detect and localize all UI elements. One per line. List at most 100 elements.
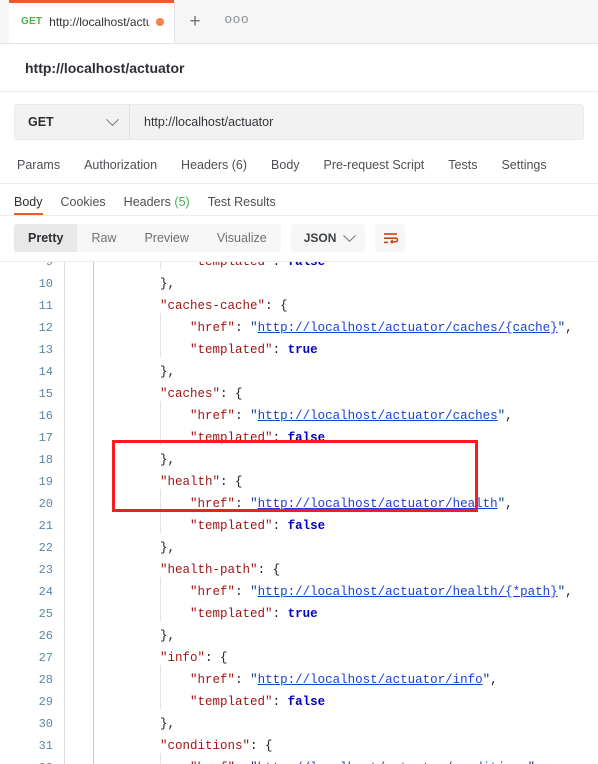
- indent-guide: [160, 665, 190, 691]
- code-token-key: "href": [190, 409, 236, 423]
- code-token-punct: : {: [265, 299, 288, 313]
- tab-pre-request-script[interactable]: Pre-request Script: [324, 158, 425, 172]
- fold-gutter[interactable]: [64, 449, 94, 471]
- indent-guide: [130, 321, 160, 335]
- code-line-text: },: [94, 625, 175, 647]
- tab-settings[interactable]: Settings: [501, 158, 546, 172]
- code-token-key: "templated": [190, 607, 273, 621]
- tab-tests[interactable]: Tests: [448, 158, 477, 172]
- fold-gutter[interactable]: [64, 735, 94, 757]
- tab-headers[interactable]: Headers (6): [181, 158, 247, 172]
- indent-guide: [130, 431, 160, 445]
- fold-gutter[interactable]: [64, 647, 94, 669]
- fold-gutter[interactable]: [64, 361, 94, 383]
- indent-guide: [130, 695, 160, 709]
- tab-authorization[interactable]: Authorization: [84, 158, 157, 172]
- view-mode-pretty[interactable]: Pretty: [14, 224, 78, 252]
- fold-gutter[interactable]: [64, 405, 94, 427]
- indent-guide: [100, 475, 130, 489]
- request-tab-active[interactable]: GET http://localhost/actuat: [9, 0, 175, 43]
- code-token-punct: :: [235, 673, 251, 687]
- fold-gutter[interactable]: [64, 603, 94, 625]
- indent-guide: [100, 365, 130, 379]
- response-tab-test-results[interactable]: Test Results: [208, 195, 276, 215]
- fold-gutter[interactable]: [64, 537, 94, 559]
- code-line-text: "href": "http://localhost/actuator/cache…: [94, 401, 513, 427]
- code-line-text: "href": "http://localhost/actuator/healt…: [94, 577, 573, 603]
- code-token-link[interactable]: http://localhost/actuator/health: [258, 497, 498, 511]
- view-mode-preview[interactable]: Preview: [130, 224, 202, 252]
- code-token-link[interactable]: http://localhost/actuator/info: [258, 673, 483, 687]
- indent-guide: [100, 453, 130, 467]
- indent-guide: [130, 739, 160, 753]
- fold-gutter[interactable]: [64, 559, 94, 581]
- fold-gutter[interactable]: [64, 262, 94, 273]
- code-line-text: "templated": false: [94, 423, 325, 449]
- code-line-text: },: [94, 361, 175, 383]
- view-mode-visualize[interactable]: Visualize: [203, 224, 281, 252]
- code-token-punct: :: [272, 519, 288, 533]
- code-token-punct: :: [235, 409, 251, 423]
- fold-gutter[interactable]: [64, 339, 94, 361]
- indent-guide: [100, 262, 130, 269]
- wrap-text-button[interactable]: [375, 224, 406, 252]
- code-token-quote: ": [250, 585, 258, 599]
- fold-gutter[interactable]: [64, 757, 94, 764]
- code-line-text: "href": "http://localhost/actuator/healt…: [94, 489, 513, 515]
- indent-guide: [130, 409, 160, 423]
- http-method-selector[interactable]: GET: [15, 105, 130, 139]
- fold-gutter[interactable]: [64, 515, 94, 537]
- response-body-code-viewer[interactable]: 9 "templated": false 10 }, 11 "caches-cach…: [0, 261, 598, 764]
- line-number: 10: [38, 277, 53, 291]
- indent-guide: [100, 629, 130, 643]
- fold-gutter[interactable]: [64, 427, 94, 449]
- fold-gutter[interactable]: [64, 493, 94, 515]
- code-token-link[interactable]: http://localhost/actuator/caches: [258, 409, 498, 423]
- code-token-punct: :: [235, 497, 251, 511]
- fold-gutter[interactable]: [64, 317, 94, 339]
- fold-gutter[interactable]: [64, 471, 94, 493]
- new-tab-button[interactable]: +: [175, 0, 215, 43]
- indent-guide: [130, 607, 160, 621]
- code-token-key: "templated": [190, 695, 273, 709]
- code-token-punct: :: [235, 585, 251, 599]
- view-mode-raw[interactable]: Raw: [77, 224, 130, 252]
- response-tab-cookies[interactable]: Cookies: [61, 195, 106, 215]
- code-line: 9 "templated": false: [0, 262, 598, 273]
- indent-guide: [130, 365, 160, 379]
- code-line-text: "health-path": {: [94, 559, 280, 581]
- response-tab-headers[interactable]: Headers (5): [124, 195, 190, 215]
- code-line-text: "href": "http://localhost/actuator/info"…: [94, 665, 498, 691]
- chevron-down-icon: [343, 228, 357, 242]
- url-bar-container: GET http://localhost/actuator: [0, 92, 598, 140]
- url-input[interactable]: http://localhost/actuator: [130, 105, 583, 139]
- tab-more-options-button[interactable]: ooo: [215, 0, 259, 43]
- fold-gutter[interactable]: [64, 713, 94, 735]
- fold-gutter[interactable]: [64, 625, 94, 647]
- code-token-link[interactable]: http://localhost/actuator/caches/{cache}: [258, 321, 558, 335]
- fold-gutter[interactable]: [64, 669, 94, 691]
- indent-guide: [100, 717, 130, 731]
- fold-gutter[interactable]: [64, 273, 94, 295]
- code-token-link[interactable]: http://localhost/actuator/health/{*path}: [258, 585, 558, 599]
- tab-body[interactable]: Body: [271, 158, 300, 172]
- indent-guide: [100, 585, 130, 599]
- fold-gutter[interactable]: [64, 691, 94, 713]
- indent-guide: [130, 585, 160, 599]
- code-token-punct: ,: [505, 497, 513, 511]
- code-line: 30 },: [0, 713, 598, 735]
- code-line: 27 "info": {: [0, 647, 598, 669]
- fold-gutter[interactable]: [64, 581, 94, 603]
- code-line: 17 "templated": false: [0, 423, 598, 449]
- line-number: 25: [38, 607, 53, 621]
- fold-gutter[interactable]: [64, 383, 94, 405]
- code-line: 18 },: [0, 449, 598, 471]
- response-tab-body[interactable]: Body: [14, 195, 43, 215]
- code-line: 14 },: [0, 361, 598, 383]
- url-bar: GET http://localhost/actuator: [14, 104, 584, 140]
- code-line-text: "templated": false: [94, 511, 325, 537]
- fold-gutter[interactable]: [64, 295, 94, 317]
- tab-params[interactable]: Params: [17, 158, 60, 172]
- indent-guide: [160, 577, 190, 603]
- format-selector[interactable]: JSON: [290, 224, 366, 252]
